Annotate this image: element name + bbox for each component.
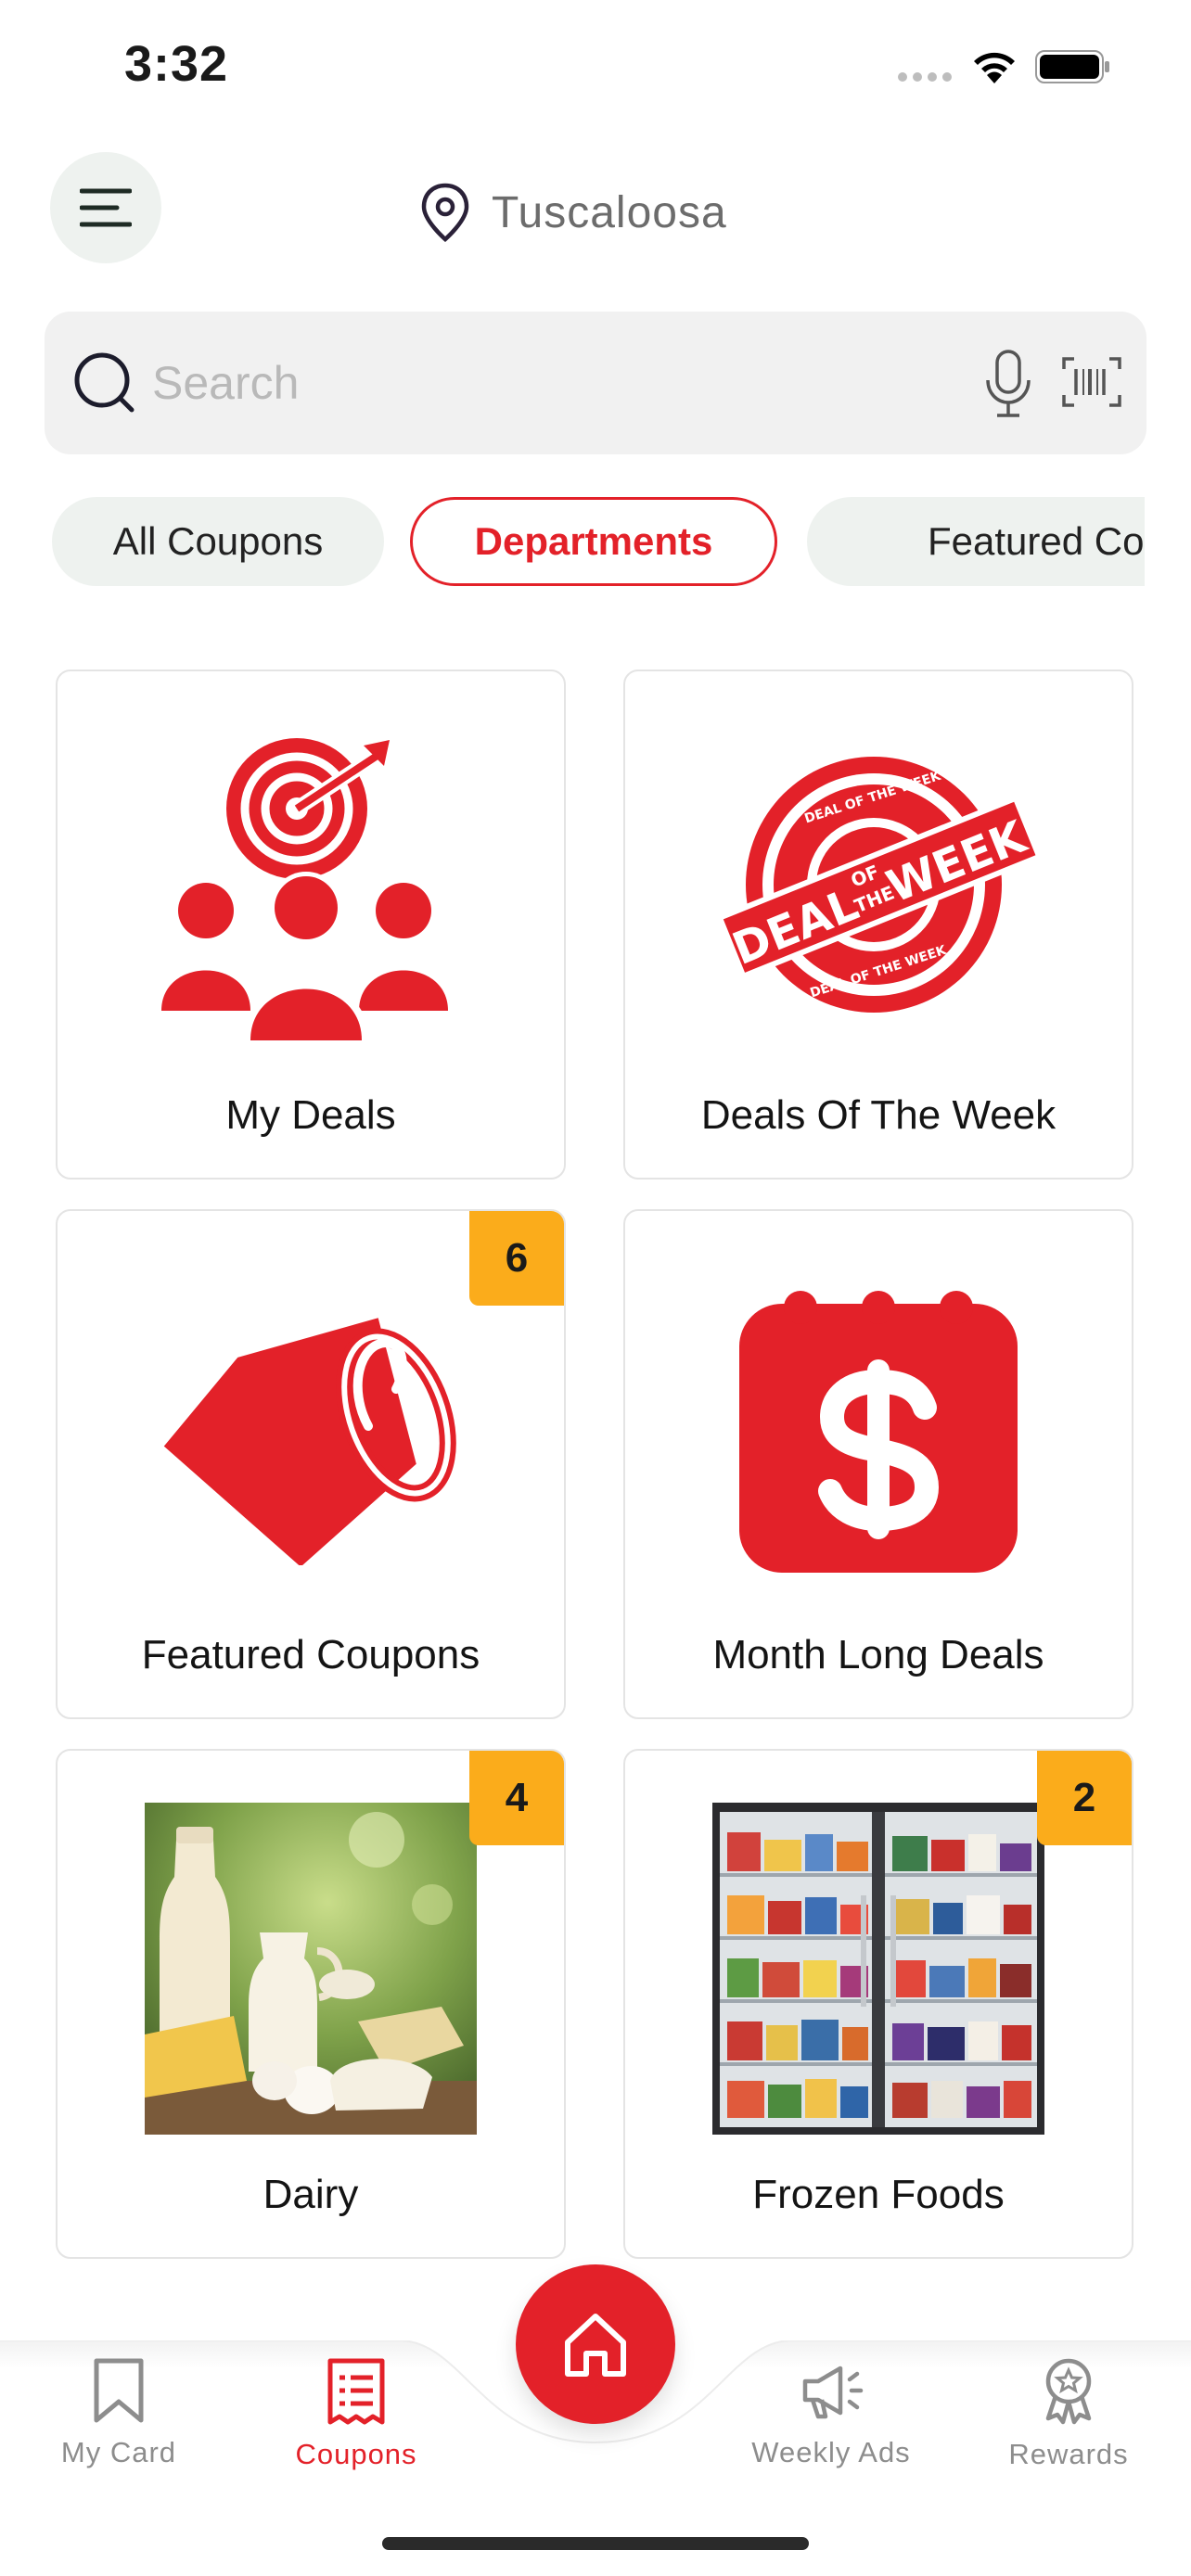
- hamburger-menu-icon: [80, 188, 132, 227]
- nav-label: Coupons: [295, 2438, 417, 2470]
- department-card-frozen-foods[interactable]: 2 Frozen Foods: [623, 1749, 1133, 2259]
- frozen-foods-photo: [712, 1803, 1044, 2135]
- coupon-tabs: All Coupons Departments Featured Coupons: [52, 497, 1145, 586]
- target-people-icon: [161, 738, 448, 1040]
- megaphone-icon: [802, 2366, 864, 2419]
- status-bar: 3:32: [0, 0, 1191, 139]
- cellular-signal-icon: [898, 72, 952, 82]
- price-tag-icon: [163, 1318, 456, 1565]
- nav-label: My Card: [60, 2436, 177, 2468]
- menu-button[interactable]: [50, 152, 161, 263]
- nav-label: Weekly Ads: [751, 2436, 911, 2468]
- battery-icon: [1035, 50, 1109, 83]
- calendar-dollar-icon: [739, 1291, 1018, 1573]
- deal-of-the-week-stamp: DEAL OF THE WEEK DEAL OF THE WEEK DEAL O…: [716, 757, 1041, 1013]
- home-indicator: [382, 2537, 809, 2550]
- nav-coupons[interactable]: Coupons: [263, 2357, 449, 2471]
- coupon-count-badge: 6: [469, 1211, 564, 1306]
- department-label: Month Long Deals: [712, 1632, 1044, 1677]
- award-ribbon-icon: [1045, 2358, 1092, 2425]
- search-bar[interactable]: [45, 312, 1146, 454]
- department-card-featured-coupons[interactable]: 6 Featured Coupons: [56, 1209, 566, 1719]
- department-label: Dairy: [263, 2172, 359, 2217]
- search-icon: [74, 352, 134, 413]
- status-time: 3:32: [124, 36, 229, 92]
- department-label: Featured Coupons: [141, 1632, 480, 1677]
- department-label: Frozen Foods: [752, 2172, 1005, 2217]
- department-label: Deals Of The Week: [700, 1092, 1057, 1138]
- wifi-icon: [974, 52, 1015, 83]
- tab-featured-coupons[interactable]: Featured Coupons: [807, 497, 1145, 586]
- nav-weekly-ads[interactable]: Weekly Ads: [738, 2357, 924, 2469]
- coupon-count-badge: 2: [1037, 1751, 1132, 1845]
- home-icon: [565, 2314, 626, 2377]
- dairy-photo: [145, 1803, 477, 2135]
- nav-my-card[interactable]: My Card: [26, 2357, 211, 2469]
- location-pin-icon: [421, 183, 469, 242]
- department-card-month-long-deals[interactable]: Month Long Deals: [623, 1209, 1133, 1719]
- nav-rewards[interactable]: Rewards: [976, 2357, 1161, 2471]
- bookmark-icon: [94, 2358, 144, 2423]
- location-label: Tuscaloosa: [492, 187, 727, 237]
- microphone-icon[interactable]: [983, 349, 1033, 419]
- coupon-list-icon: [327, 2358, 385, 2425]
- department-card-deals-of-the-week[interactable]: DEAL OF THE WEEK DEAL OF THE WEEK DEAL O…: [623, 670, 1133, 1180]
- search-input[interactable]: [152, 312, 968, 454]
- nav-label: Rewards: [1008, 2438, 1129, 2470]
- coupon-count-badge: 4: [469, 1751, 564, 1845]
- barcode-scan-icon[interactable]: [1061, 356, 1122, 408]
- home-button[interactable]: [516, 2264, 675, 2424]
- department-card-my-deals[interactable]: My Deals: [56, 670, 566, 1180]
- department-card-dairy[interactable]: 4 Dairy: [56, 1749, 566, 2259]
- tab-departments[interactable]: Departments: [410, 497, 777, 586]
- store-location-selector[interactable]: Tuscaloosa: [419, 182, 727, 243]
- tab-all-coupons[interactable]: All Coupons: [52, 497, 384, 586]
- department-label: My Deals: [225, 1092, 396, 1138]
